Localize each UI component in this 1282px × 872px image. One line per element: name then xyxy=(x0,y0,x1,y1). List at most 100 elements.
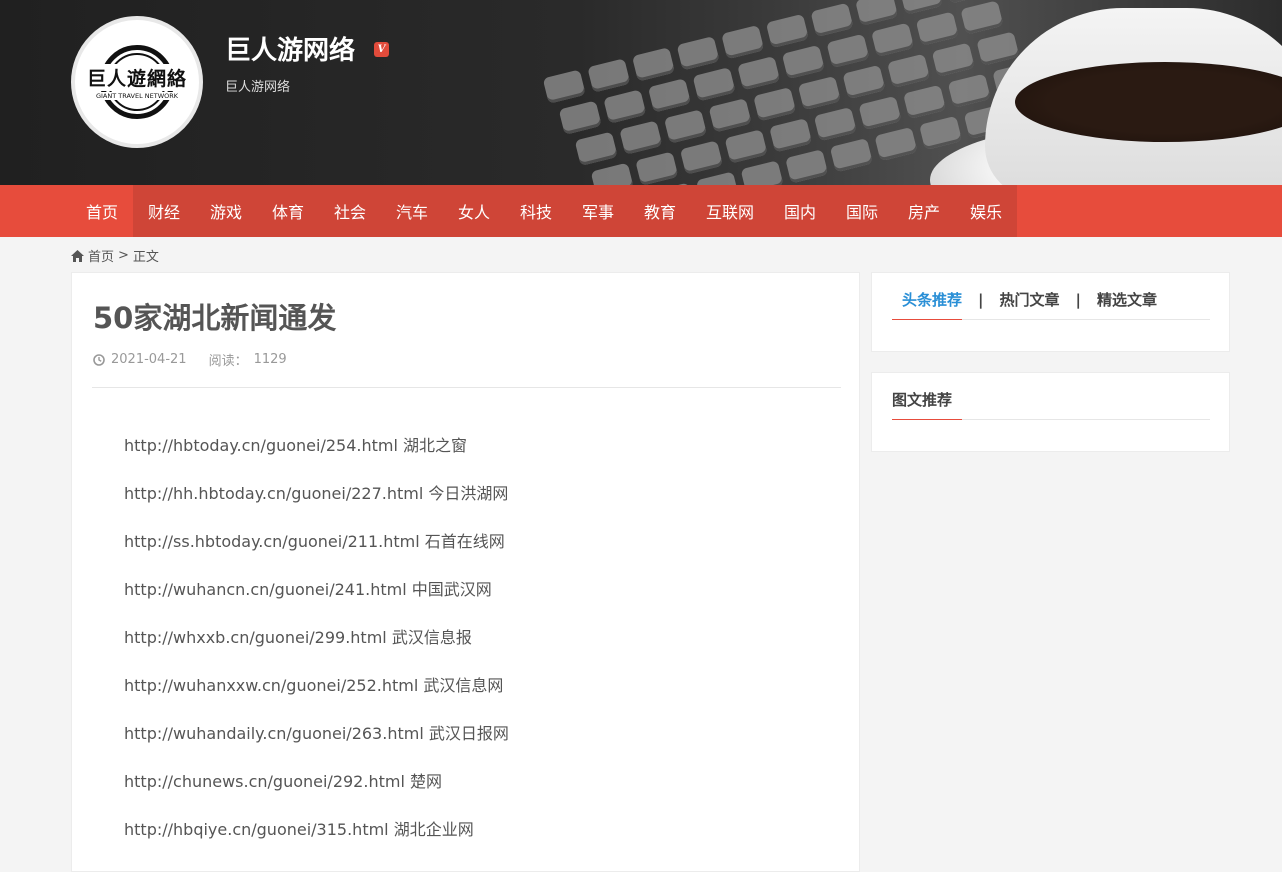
article-line: http://wuhancn.cn/guonei/241.html 中国武汉网 xyxy=(124,580,492,599)
article-line: http://ss.hbtoday.cn/guonei/211.html 石首在… xyxy=(124,532,505,551)
article-panel: 50家湖北新闻通发 2021-04-21 阅读： 1129 http://hbt… xyxy=(71,272,860,872)
keyboard-key-decoration xyxy=(724,129,768,164)
article-title: 50家湖北新闻通发 xyxy=(93,301,337,335)
keyboard-key-decoration xyxy=(781,44,825,80)
keyboard-key-decoration xyxy=(558,100,602,135)
home-icon xyxy=(71,249,84,262)
keyboard-key-decoration xyxy=(635,151,679,185)
keyboard-key-decoration xyxy=(960,0,1004,35)
nav-item[interactable]: 军事 xyxy=(567,185,629,237)
keyboard-key-decoration xyxy=(753,87,797,122)
nav-item[interactable]: 首页 xyxy=(71,185,133,237)
article-line: http://hh.hbtoday.cn/guonei/227.html 今日洪… xyxy=(124,484,509,503)
verified-badge: V xyxy=(374,42,389,57)
nav-item[interactable]: 国内 xyxy=(769,185,831,237)
article-line: http://hbqiye.cn/guonei/315.html 湖北企业网 xyxy=(124,820,474,839)
sidebar-tabs-widget: 头条推荐 | 热门文章 | 精选文章 xyxy=(871,272,1230,352)
keyboard-key-decoration xyxy=(829,137,873,173)
keyboard-key-decoration xyxy=(647,78,692,113)
keyboard-key-decoration xyxy=(737,55,781,91)
article-content: http://hbtoday.cn/guonei/254.html 湖北之窗 ht… xyxy=(124,431,824,863)
article-date: 2021-04-21 xyxy=(111,352,187,367)
sidebar-tab[interactable]: 头条推荐 xyxy=(892,289,972,310)
breadcrumb-current: 正文 xyxy=(132,250,159,265)
logo-subtext: GIANT TRAVEL NETWORK xyxy=(93,92,181,100)
main-nav: 首页 财经 游戏 体育 社会 汽车 女人 科技 军事 教育 互联网 国内 国际 房产 娱乐 xyxy=(0,185,1282,237)
widget-accent-line xyxy=(892,319,962,320)
keyboard-key-decoration xyxy=(842,64,886,100)
widget-title: 图文推荐 xyxy=(892,391,953,409)
nav-item[interactable]: 女人 xyxy=(443,185,505,237)
keyboard-key-decoration xyxy=(769,118,813,153)
logo-text: 巨人遊網絡 xyxy=(84,64,189,91)
nav-item[interactable]: 社会 xyxy=(319,185,381,237)
keyboard-key-decoration xyxy=(631,47,676,82)
keyboard-key-decoration xyxy=(810,2,854,38)
breadcrumb-home[interactable]: 首页 xyxy=(88,246,114,265)
keyboard-key-decoration xyxy=(813,106,857,142)
keyboard-key-decoration xyxy=(679,140,724,175)
nav-item[interactable]: 财经 xyxy=(133,185,195,237)
article-line: http://hbtoday.cn/guonei/254.html 湖北之窗 xyxy=(124,436,468,455)
keyboard-key-decoration xyxy=(855,0,899,26)
keyboard-key-decoration xyxy=(915,11,959,46)
breadcrumb-separator: > xyxy=(118,248,129,263)
keyboard-key-decoration xyxy=(858,95,902,131)
keyboard-key-decoration xyxy=(692,67,736,102)
keyboard-key-decoration xyxy=(740,160,784,185)
widget-accent-line xyxy=(892,419,962,420)
keyboard-key-decoration xyxy=(663,109,708,144)
keyboard-key-decoration xyxy=(947,73,991,108)
keyboard-key-decoration xyxy=(826,33,870,69)
keyboard-key-decoration xyxy=(574,131,618,166)
read-label: 阅读： xyxy=(208,354,248,369)
keyboard-key-decoration xyxy=(931,42,975,77)
keyboard-key-decoration xyxy=(695,171,740,185)
keyboard-key-decoration xyxy=(871,22,915,57)
sidebar-tab[interactable]: 精选文章 xyxy=(1087,289,1167,310)
site-subtitle: 巨人游网络 xyxy=(225,80,291,95)
header-banner: 巨人遊網絡 GIANT TRAVEL NETWORK 巨人游网络 V 巨人游网络 xyxy=(0,0,1282,185)
tab-separator: | xyxy=(1075,290,1081,309)
nav-item[interactable]: 体育 xyxy=(257,185,319,237)
keyboard-key-decoration xyxy=(587,58,631,93)
site-logo[interactable]: 巨人遊網絡 GIANT TRAVEL NETWORK xyxy=(71,16,203,148)
article-line: http://wuhanxxw.cn/guonei/252.html 武汉信息网 xyxy=(124,676,504,695)
keyboard-key-decoration xyxy=(903,84,947,120)
keyboard-key-decoration xyxy=(765,13,809,49)
title-divider xyxy=(92,387,841,388)
keyboard-key-decoration xyxy=(797,75,841,111)
article-line: http://whxxb.cn/guonei/299.html 武汉信息报 xyxy=(124,628,472,647)
keyboard-key-decoration xyxy=(887,53,931,89)
article-line: http://wuhandaily.cn/guonei/263.html 武汉日… xyxy=(124,724,509,743)
keyboard-key-decoration xyxy=(542,69,586,104)
tab-separator: | xyxy=(978,290,984,309)
clock-icon xyxy=(93,353,105,366)
keyboard-key-decoration xyxy=(874,126,918,162)
keyboard-key-decoration xyxy=(603,89,647,124)
keyboard-key-decoration xyxy=(919,115,963,151)
article-line: http://chunews.cn/guonei/292.html 楚网 xyxy=(124,772,442,791)
keyboard-key-decoration xyxy=(619,120,663,155)
read-count: 1129 xyxy=(253,352,287,367)
nav-item[interactable]: 互联网 xyxy=(691,185,769,237)
nav-item[interactable]: 科技 xyxy=(505,185,567,237)
sidebar-tabs: 头条推荐 | 热门文章 | 精选文章 xyxy=(892,289,1167,310)
sidebar-tab[interactable]: 热门文章 xyxy=(990,289,1070,310)
keyboard-key-decoration xyxy=(708,98,752,133)
nav-item[interactable]: 国际 xyxy=(831,185,893,237)
nav-item[interactable]: 汽车 xyxy=(381,185,443,237)
keyboard-key-decoration xyxy=(676,36,720,71)
keyboard-key-decoration xyxy=(785,149,829,184)
keyboard-key-decoration xyxy=(899,0,943,15)
nav-item[interactable]: 游戏 xyxy=(195,185,257,237)
nav-item[interactable]: 娱乐 xyxy=(955,185,1017,237)
nav-item[interactable]: 教育 xyxy=(629,185,691,237)
image-recommend-widget: 图文推荐 xyxy=(871,372,1230,452)
nav-items: 首页 财经 游戏 体育 社会 汽车 女人 科技 军事 教育 互联网 国内 国际 房产 娱乐 xyxy=(71,185,1017,237)
keyboard-key-decoration xyxy=(590,162,634,185)
site-title[interactable]: 巨人游网络 xyxy=(225,30,355,67)
nav-item[interactable]: 房产 xyxy=(893,185,955,237)
article-meta: 2021-04-21 阅读： 1129 xyxy=(93,350,287,369)
keyboard-key-decoration xyxy=(721,24,765,60)
